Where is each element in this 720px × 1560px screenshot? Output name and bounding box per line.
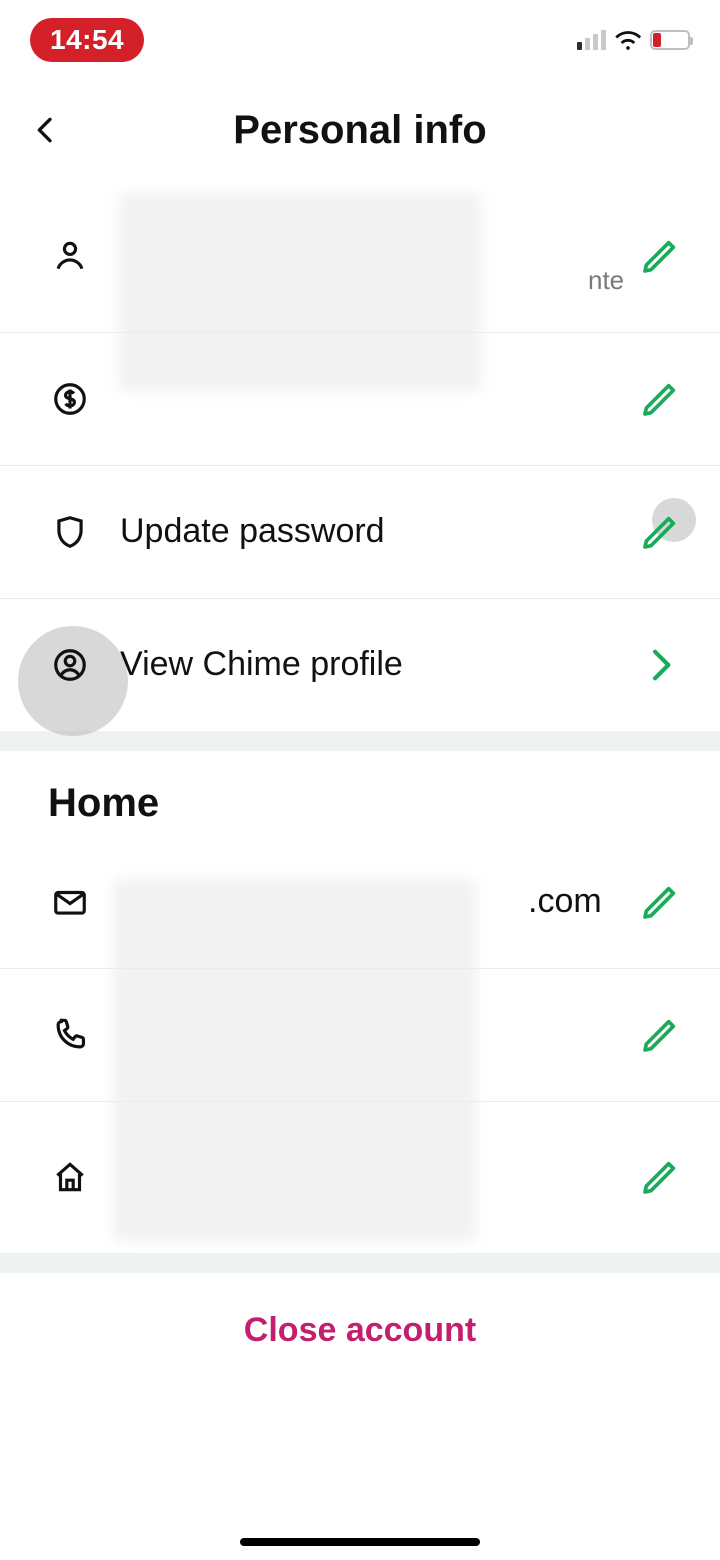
row-phone-value — [120, 1013, 602, 1056]
row-name-subtitle-tail: nte — [588, 265, 624, 295]
row-name[interactable]: xxxxxxxxxxxxxxxxxxxxxxxxxxxxxxxxxxxxnte — [0, 180, 720, 333]
edit-email-button[interactable] — [630, 872, 690, 932]
edit-address-button[interactable] — [630, 1147, 690, 1207]
row-email-tail: .com — [528, 882, 602, 920]
row-email[interactable]: xxxxxxxxxxxxxxxxxxxxxxxx.com — [0, 836, 720, 969]
chevron-right-icon — [630, 635, 690, 695]
home-icon — [48, 1155, 92, 1199]
row-view-profile-label: View Chime profile — [120, 643, 602, 686]
home-section: Home xxxxxxxxxxxxxxxxxxxxxxxx.com — [0, 751, 720, 1254]
app-header: Personal info — [0, 80, 720, 180]
person-icon — [48, 234, 92, 278]
row-phone[interactable] — [0, 969, 720, 1102]
edit-pay-button[interactable] — [630, 369, 690, 429]
section-divider — [0, 1253, 720, 1273]
row-address-sub — [120, 1186, 602, 1217]
wifi-icon — [614, 29, 642, 51]
row-address[interactable] — [0, 1102, 720, 1254]
status-bar: 14:54 1 — [0, 0, 720, 80]
row-password-label: Update password — [120, 510, 602, 553]
shield-icon — [48, 510, 92, 554]
status-time-pill: 14:54 — [30, 18, 144, 62]
phone-icon — [48, 1013, 92, 1057]
battery-text: 1 — [652, 34, 688, 46]
back-button[interactable] — [24, 108, 68, 152]
mail-icon — [48, 880, 92, 924]
row-address-value — [120, 1138, 602, 1181]
edit-name-button[interactable] — [630, 226, 690, 286]
home-indicator — [240, 1538, 480, 1546]
row-password[interactable]: Update password — [0, 466, 720, 599]
danger-section: Close account — [0, 1273, 720, 1388]
cellular-signal-icon — [577, 30, 606, 50]
row-pay-value — [120, 377, 602, 420]
account-section: xxxxxxxxxxxxxxxxxxxxxxxxxxxxxxxxxxxxnte — [0, 180, 720, 731]
close-account-button[interactable]: Close account — [0, 1273, 720, 1388]
page-title: Personal info — [233, 108, 486, 153]
section-divider — [0, 731, 720, 751]
edit-phone-button[interactable] — [630, 1005, 690, 1065]
edit-password-button[interactable] — [630, 502, 690, 562]
home-section-title: Home — [0, 751, 720, 836]
row-view-profile[interactable]: View Chime profile — [0, 599, 720, 731]
content-scroll: xxxxxxxxxxxxxxxxxxxxxxxxxxxxxxxxxxxxnte — [0, 180, 720, 1560]
row-pay-handle[interactable] — [0, 333, 720, 466]
battery-icon: 1 — [650, 30, 690, 50]
row-name-value — [120, 216, 602, 259]
status-right-group: 1 — [577, 29, 690, 51]
profile-circle-icon — [48, 643, 92, 687]
dollar-circle-icon — [48, 377, 92, 421]
